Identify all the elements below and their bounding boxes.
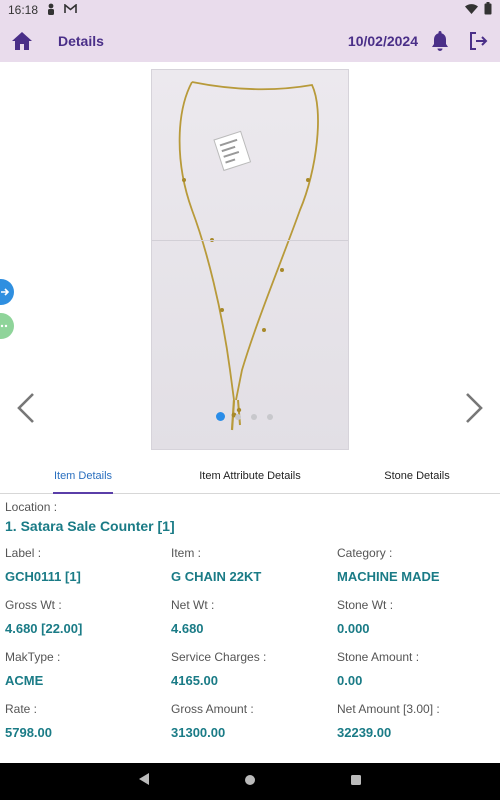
detail-field: Label : GCH0111 [1] bbox=[5, 546, 171, 584]
detail-field: Stone Wt : 0.000 bbox=[337, 598, 495, 636]
detail-field: Service Charges : 4165.00 bbox=[171, 650, 337, 688]
page-dot[interactable] bbox=[216, 412, 225, 421]
chevron-right-icon bbox=[464, 392, 484, 429]
page-dot[interactable] bbox=[267, 413, 273, 420]
detail-field: Gross Amount : 31300.00 bbox=[171, 702, 337, 740]
person-icon bbox=[46, 3, 56, 18]
next-image-button[interactable] bbox=[462, 392, 486, 428]
detail-field-value: 0.00 bbox=[337, 673, 363, 688]
detail-field-value: 0.000 bbox=[337, 621, 370, 636]
detail-field-label: Gross Amount : bbox=[171, 702, 254, 716]
detail-field-label: Service Charges : bbox=[171, 650, 267, 664]
detail-field-value: 5798.00 bbox=[5, 725, 52, 740]
more-fab[interactable] bbox=[0, 313, 14, 339]
detail-field-value: 32239.00 bbox=[337, 725, 392, 740]
battery-icon bbox=[484, 2, 492, 18]
detail-field-label: Stone Amount : bbox=[337, 650, 420, 664]
detail-field: MakType : ACME bbox=[5, 650, 171, 688]
image-gallery[interactable] bbox=[0, 62, 500, 458]
detail-field-value: MACHINE MADE bbox=[337, 569, 440, 584]
wifi-icon bbox=[465, 3, 478, 17]
detail-field: Stone Amount : 0.00 bbox=[337, 650, 495, 688]
page-dot[interactable] bbox=[235, 413, 241, 420]
tab-item-details[interactable]: Item Details bbox=[0, 458, 166, 494]
detail-field-value: 4.680 [22.00] bbox=[5, 621, 83, 636]
location-value: 1. Satara Sale Counter [1] bbox=[5, 518, 175, 534]
page-dot[interactable] bbox=[251, 413, 257, 420]
status-bar: 16:18 bbox=[0, 0, 500, 20]
tab-item-attribute-details[interactable]: Item Attribute Details bbox=[166, 458, 334, 493]
logout-icon[interactable] bbox=[466, 29, 490, 53]
detail-field-value: 4.680 bbox=[171, 621, 204, 636]
detail-field-value: G CHAIN 22KT bbox=[171, 569, 262, 584]
detail-field-label: Label : bbox=[5, 546, 42, 560]
detail-field: Rate : 5798.00 bbox=[5, 702, 171, 740]
detail-field-value: 4165.00 bbox=[171, 673, 218, 688]
detail-field: Net Amount [3.00] : 32239.00 bbox=[337, 702, 495, 740]
detail-field: Category : MACHINE MADE bbox=[337, 546, 495, 584]
status-time: 16:18 bbox=[8, 3, 39, 17]
back-nav-icon[interactable] bbox=[138, 772, 150, 791]
date-label: 10/02/2024 bbox=[347, 33, 418, 49]
detail-field-label: Stone Wt : bbox=[337, 598, 394, 612]
detail-field-label: Gross Wt : bbox=[5, 598, 62, 612]
bell-icon[interactable] bbox=[428, 29, 452, 53]
detail-field-value: ACME bbox=[5, 673, 44, 688]
detail-field: Item : G CHAIN 22KT bbox=[171, 546, 337, 584]
page-title: Details bbox=[58, 33, 104, 49]
detail-field-label: Category : bbox=[337, 546, 393, 560]
product-photo[interactable] bbox=[151, 69, 349, 450]
item-details-panel: Location : 1. Satara Sale Counter [1] La… bbox=[0, 494, 500, 764]
app-bar: Details 10/02/2024 bbox=[0, 20, 500, 62]
detail-field-label: Rate : bbox=[5, 702, 38, 716]
detail-field: Net Wt : 4.680 bbox=[171, 598, 337, 636]
location-label: Location : bbox=[5, 500, 58, 514]
detail-field-label: Item : bbox=[171, 546, 202, 560]
system-nav-bar bbox=[0, 763, 500, 800]
detail-field-value: GCH0111 [1] bbox=[5, 569, 81, 584]
tab-stone-details[interactable]: Stone Details bbox=[334, 458, 500, 493]
chevron-left-icon bbox=[16, 392, 36, 429]
detail-field-value: 31300.00 bbox=[171, 725, 226, 740]
home-icon[interactable] bbox=[10, 29, 34, 53]
previous-image-button[interactable] bbox=[14, 392, 38, 428]
gold-chain-image bbox=[178, 81, 319, 431]
gallery-page-indicator bbox=[216, 412, 273, 421]
gmail-icon bbox=[64, 3, 77, 17]
detail-field-label: MakType : bbox=[5, 650, 61, 664]
recents-nav-icon[interactable] bbox=[350, 773, 362, 791]
detail-field-label: Net Amount [3.00] : bbox=[337, 702, 440, 716]
home-nav-icon[interactable] bbox=[244, 773, 256, 791]
tab-bar: Item Details Item Attribute Details Ston… bbox=[0, 458, 500, 494]
detail-field-label: Net Wt : bbox=[171, 598, 215, 612]
share-fab[interactable] bbox=[0, 279, 14, 305]
details-grid: Label : GCH0111 [1] Item : G CHAIN 22KT Cate… bbox=[5, 546, 495, 740]
detail-field: Gross Wt : 4.680 [22.00] bbox=[5, 598, 171, 636]
